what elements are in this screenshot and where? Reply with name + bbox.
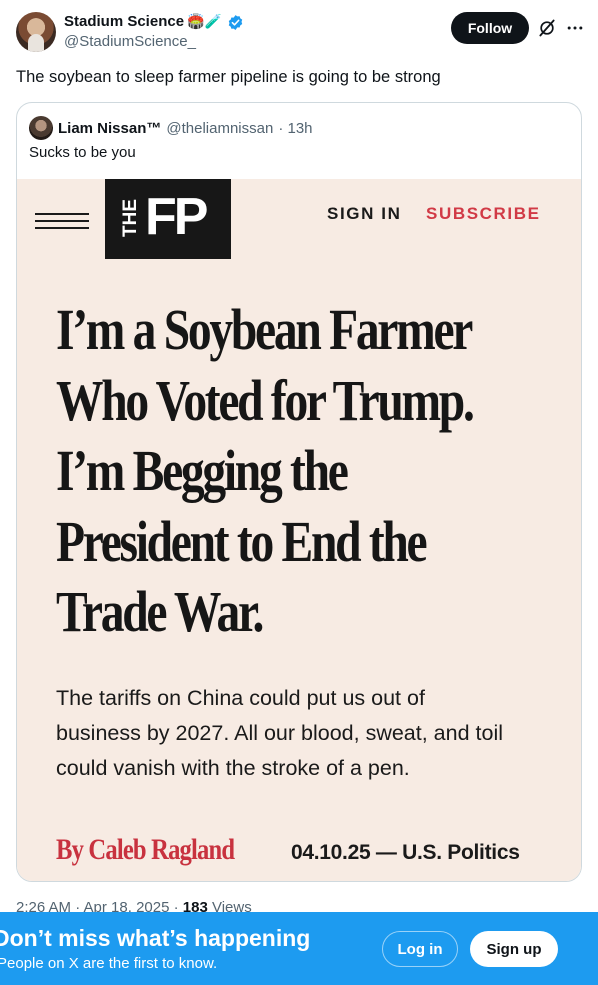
author-name-text: Stadium Science: [64, 13, 185, 30]
article-dateline: 04.10.25 — U.S. Politics: [291, 841, 520, 864]
quoted-author-avatar[interactable]: [29, 116, 53, 140]
quoted-post[interactable]: Liam Nissan™ @theliamnissan · 13h Sucks …: [16, 102, 582, 882]
logo-the-text: THE: [120, 199, 141, 237]
headline-line: President to End the: [56, 508, 428, 574]
grok-icon[interactable]: [537, 18, 557, 38]
logo-fp-text: FP: [145, 188, 208, 246]
headline-line: Trade War.: [56, 579, 264, 644]
dek-line: The tariffs on China could put us out of: [56, 686, 425, 710]
quoted-author-name[interactable]: Liam Nissan™: [58, 120, 161, 137]
post-header: Stadium Science 🏟️🧪 @StadiumScience_ Fol…: [16, 12, 585, 52]
dek-line: business by 2027. All our blood, sweat, …: [56, 721, 504, 745]
quoted-author-handle[interactable]: @theliamnissan: [166, 120, 273, 137]
follow-button[interactable]: Follow: [451, 12, 529, 44]
article-screenshot-image[interactable]: THE FP SIGN IN SUBSCRIBE I’m a Soybean F…: [17, 179, 581, 881]
login-button[interactable]: Log in: [382, 931, 458, 967]
hamburger-menu-icon: [35, 209, 89, 233]
more-options-icon[interactable]: [565, 18, 585, 38]
article-sign-in-link: SIGN IN: [327, 204, 402, 223]
quoted-post-text: Sucks to be you: [29, 144, 136, 161]
dek-line: could vanish with the stroke of a pen.: [56, 756, 410, 780]
author-avatar[interactable]: [16, 12, 56, 52]
article-byline: By Caleb Ragland: [56, 833, 235, 866]
quoted-post-age: · 13h: [278, 119, 313, 137]
headline-line: I’m a Soybean Farmer: [56, 297, 473, 362]
signup-button[interactable]: Sign up: [470, 931, 558, 967]
banner-title: Don’t miss what’s happening: [0, 925, 311, 951]
article-dek: The tariffs on China could put us out of…: [56, 681, 556, 786]
quoted-post-header: Liam Nissan™ @theliamnissan · 13h: [29, 116, 313, 140]
author-name-block: Stadium Science 🏟️🧪 @StadiumScience_: [64, 12, 244, 52]
article-headline: I’m a Soybean Farmer Who Voted for Trump…: [56, 295, 475, 648]
author-handle[interactable]: @StadiumScience_: [64, 32, 244, 52]
article-subscribe-link: SUBSCRIBE: [426, 204, 541, 223]
verified-badge-icon: [228, 14, 243, 30]
author-emojis: 🏟️🧪: [187, 14, 222, 30]
the-fp-logo: THE FP: [105, 179, 231, 259]
banner-subtitle: People on X are the first to know.: [0, 955, 218, 972]
headline-line: Who Voted for Trump.: [56, 367, 475, 433]
post-text: The soybean to sleep farmer pipeline is …: [16, 68, 441, 86]
author-display-name[interactable]: Stadium Science 🏟️🧪: [64, 12, 244, 32]
headline-line: I’m Begging the: [56, 438, 349, 503]
signup-banner: Don’t miss what’s happening People on X …: [0, 912, 598, 985]
